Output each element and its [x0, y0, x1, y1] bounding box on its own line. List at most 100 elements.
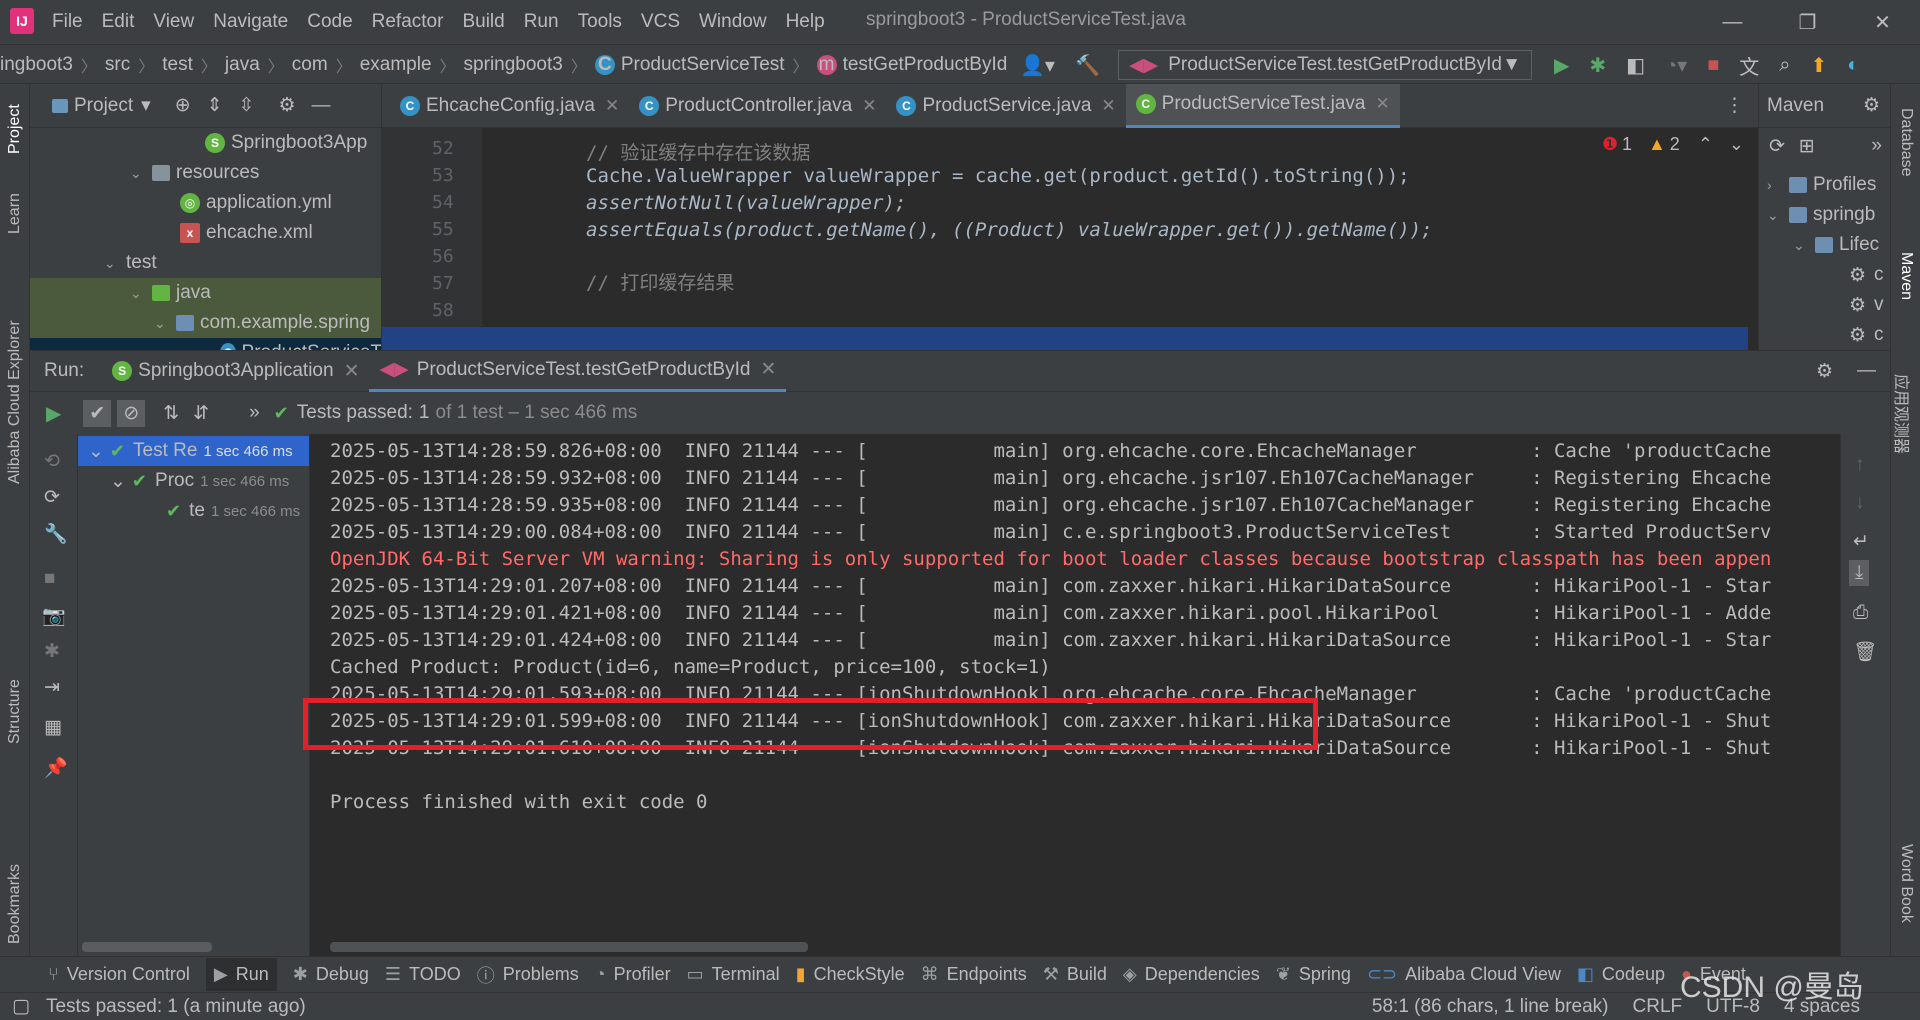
locate-icon[interactable]: ⊕ [175, 94, 191, 117]
more-icon[interactable]: » [1871, 135, 1882, 157]
show-passed-icon[interactable]: ✔ [83, 399, 112, 427]
horizontal-scrollbar[interactable] [330, 942, 808, 952]
maven-tree-item[interactable]: › Profiles [1767, 170, 1876, 200]
down-arrow-icon[interactable]: ↓ [1855, 492, 1865, 514]
breadcrumb-item[interactable]: ProductServiceTest [621, 54, 785, 76]
project-panel-title[interactable]: Project [74, 95, 133, 117]
more-icon[interactable]: » [249, 402, 260, 424]
close-icon[interactable]: ✕ [760, 358, 776, 381]
tab-productcontroller[interactable]: C ProductController.java ✕ [629, 84, 886, 128]
maven-tree-item[interactable]: ⌄ springb [1767, 200, 1875, 230]
rerun-icon[interactable]: ▶ [46, 401, 61, 426]
tab-ehcacheconfig[interactable]: C EhcacheConfig.java ✕ [390, 84, 629, 128]
code-line[interactable]: // 打印缓存结果 [586, 268, 734, 295]
test-tree-row[interactable]: ⌄ ✔ Test Re 1 sec 466 ms [78, 436, 309, 466]
menu-item-window[interactable]: Window [699, 11, 767, 33]
breadcrumb-item[interactable]: com [292, 54, 328, 76]
debug-icon[interactable]: ✱ [1589, 53, 1606, 78]
update-icon[interactable]: ⬆ [1810, 53, 1827, 78]
console-output[interactable]: 2025-05-13T14:28:59.826+08:00 INFO 21144… [310, 434, 1840, 956]
debug-gear-icon[interactable]: ✱ [44, 640, 60, 663]
rerun-failed-icon[interactable]: ⟲ [44, 450, 60, 473]
profiler-tab[interactable]: ◔ Profiler [595, 964, 671, 985]
bookmarks-tool-tab[interactable]: Bookmarks [6, 864, 24, 944]
profile-icon[interactable]: ◔▾ [1665, 53, 1687, 78]
line-separator[interactable]: CRLF [1633, 996, 1683, 1018]
tree-item[interactable]: C ProductServiceT [30, 338, 381, 350]
up-arrow-icon[interactable]: ↑ [1855, 454, 1865, 476]
menu-item-view[interactable]: View [153, 11, 194, 33]
soft-wrap-icon[interactable]: ↵ [1853, 530, 1869, 553]
tree-item[interactable]: ◎ application.yml [180, 188, 332, 218]
build-tab[interactable]: ⚒ Build [1043, 964, 1107, 985]
minimize-button[interactable]: — [1695, 11, 1770, 34]
app-observer-tool-tab[interactable]: 应用观测器 [1891, 374, 1915, 454]
chevron-down-icon[interactable]: ▾ [141, 94, 151, 117]
close-icon[interactable]: ✕ [1101, 96, 1115, 116]
todo-tab[interactable]: ☰ TODO [385, 964, 461, 985]
breadcrumb-item[interactable]: springboot3 [464, 54, 563, 76]
alibaba-cloud-explorer-tab[interactable]: Alibaba Cloud Explorer [6, 320, 24, 484]
menu-item-navigate[interactable]: Navigate [213, 11, 288, 33]
menu-item-code[interactable]: Code [307, 11, 352, 33]
learn-tool-tab[interactable]: Learn [6, 193, 24, 234]
gear-icon[interactable]: ⚙ [1863, 94, 1880, 117]
maven-tool-tab[interactable]: Maven [1897, 252, 1915, 300]
database-tool-tab[interactable]: Database [1897, 108, 1915, 177]
menu-item-refactor[interactable]: Refactor [372, 11, 444, 33]
tree-item[interactable]: ⌄ resources [130, 158, 259, 188]
tree-item[interactable]: ⌄ com.example.spring [30, 308, 381, 338]
spring-tab[interactable]: ❦ Spring [1276, 964, 1351, 985]
sort-alpha-icon[interactable]: ⇅ [163, 402, 179, 425]
word-book-tool-tab[interactable]: Word Book [1897, 844, 1915, 923]
breadcrumb-item[interactable]: example [360, 54, 432, 76]
breadcrumb-item[interactable]: src [105, 54, 130, 76]
test-tree-row[interactable]: ⌄ ✔ Proc 1 sec 466 ms [110, 466, 289, 496]
checkstyle-tab[interactable]: ▮ CheckStyle [796, 964, 905, 985]
add-icon[interactable]: ⊞ [1799, 135, 1815, 158]
tab-springboot3application[interactable]: S Springboot3Application ✕ [102, 350, 369, 392]
menu-item-help[interactable]: Help [786, 11, 825, 33]
tree-item[interactable]: ⌄ test [104, 248, 157, 278]
hide-icon[interactable]: — [1857, 360, 1876, 382]
gear-icon[interactable]: ⚙ [278, 94, 295, 117]
close-icon[interactable]: ✕ [1375, 94, 1389, 114]
stop-icon[interactable]: ■ [44, 568, 55, 590]
user-icon[interactable]: 👤▾ [1020, 53, 1055, 78]
collapse-all-icon[interactable]: ⇳ [239, 94, 255, 117]
translate-icon[interactable]: 文 [1739, 51, 1759, 80]
run-tab[interactable]: ▶ Run [205, 958, 277, 991]
menu-item-vcs[interactable]: VCS [641, 11, 680, 33]
test-tree-row[interactable]: ✔ te 1 sec 466 ms [166, 496, 300, 526]
run-config-select[interactable]: ◀▶ ProductServiceTest.testGetProductById… [1118, 50, 1532, 80]
print-icon[interactable]: ⎙ [1853, 602, 1868, 624]
version-control-tab[interactable]: ⑂ Version Control [48, 964, 190, 985]
terminal-tab[interactable]: ▭ Terminal [687, 964, 780, 985]
toggle-auto-test-icon[interactable]: ⟳ [44, 486, 60, 509]
maven-tree-item[interactable]: ⚙ c [1849, 260, 1884, 290]
maven-tree-item[interactable]: ⌄ Lifec [1793, 230, 1879, 260]
plugin-icon[interactable]: ◐ [1847, 54, 1859, 77]
breadcrumb-item[interactable]: testGetProductById [843, 54, 1008, 76]
maven-tree-item[interactable]: ⚙ v [1849, 290, 1884, 320]
panel-toggle-icon[interactable]: ▢ [12, 995, 30, 1018]
code-line[interactable]: assertEquals(product.getName(), ((Produc… [586, 219, 1432, 241]
problems-tab[interactable]: ⓘ Problems [477, 962, 579, 988]
layout-icon[interactable]: ▦ [44, 716, 62, 739]
code-line[interactable]: assertNotNull(valueWrapper); [586, 192, 906, 214]
menu-item-edit[interactable]: Edit [102, 11, 135, 33]
expand-all-icon[interactable]: ⇕ [207, 94, 223, 117]
more-tabs-icon[interactable]: ⋮ [1725, 94, 1744, 117]
stop-icon[interactable]: ■ [1707, 54, 1719, 77]
close-button[interactable]: ✕ [1845, 10, 1920, 35]
maven-tree-item[interactable]: ⚙ c [1849, 320, 1884, 350]
debug-tab[interactable]: ✱ Debug [293, 964, 369, 985]
project-tool-tab[interactable]: Project [6, 104, 24, 154]
trash-icon[interactable]: 🗑 [1853, 640, 1877, 664]
tree-item[interactable]: S Springboot3App [205, 128, 367, 158]
codeup-tab[interactable]: ◧ Codeup [1577, 964, 1665, 985]
breadcrumb-item[interactable]: test [162, 54, 193, 76]
coverage-icon[interactable]: ◧ [1626, 53, 1645, 78]
menu-item-build[interactable]: Build [462, 11, 504, 33]
breadcrumb-item[interactable]: ingboot3 [0, 54, 73, 76]
